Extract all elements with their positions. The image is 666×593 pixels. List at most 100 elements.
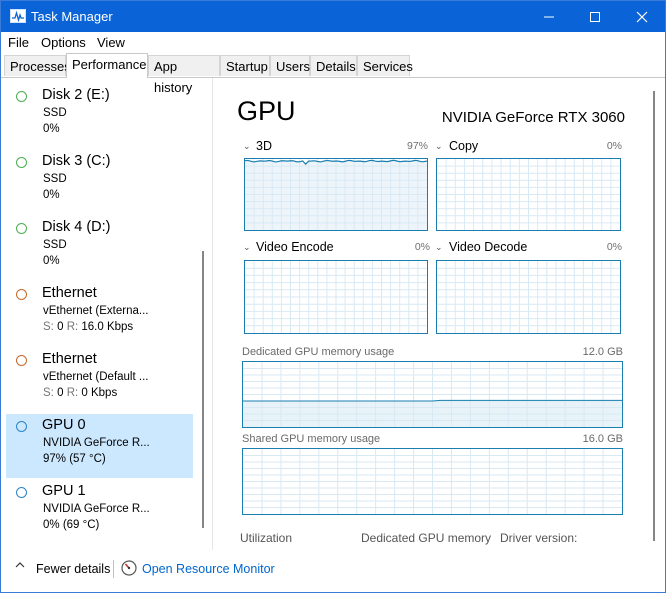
graph-video-encode xyxy=(244,260,428,334)
dedicated-memory-stat-label: Dedicated GPU memory xyxy=(361,531,492,545)
graph-copy-plot xyxy=(437,159,620,230)
menu-file[interactable]: File xyxy=(8,35,29,50)
title-bar[interactable]: Task Manager xyxy=(1,1,665,32)
throughput: S: 0 R: 16.0 Kbps xyxy=(43,321,134,333)
sidebar-item-disk-3[interactable]: Disk 3 (C:) SSD 0% xyxy=(6,150,193,214)
graph-video-decode-plot xyxy=(437,261,620,333)
disk-status-icon xyxy=(16,223,27,234)
gpu-detail-pane: GPU NVIDIA GeForce RTX 3060 ⌄ 3D 97% ⌄ C… xyxy=(213,78,665,548)
tab-users[interactable]: Users xyxy=(270,55,310,76)
footer-divider xyxy=(113,560,114,578)
shared-memory-label: Shared GPU memory usage xyxy=(242,433,381,445)
driver-version-label: Driver version: xyxy=(500,531,578,545)
sidebar-item-ethernet-2[interactable]: Ethernet vEthernet (Default ... S: 0 R: … xyxy=(6,348,193,412)
device-name: GPU 1 xyxy=(42,483,86,499)
sidebar-item-gpu-1[interactable]: GPU 1 NVIDIA GeForce R... 0% (69 °C) xyxy=(6,480,193,544)
device-usage: 0% xyxy=(43,255,60,267)
device-type: SSD xyxy=(43,239,67,251)
graph-copy xyxy=(436,158,621,231)
device-type: SSD xyxy=(43,107,67,119)
dedicated-memory-max: 12.0 GB xyxy=(582,346,623,358)
maximize-icon xyxy=(590,11,600,22)
device-type: SSD xyxy=(43,173,67,185)
close-button[interactable] xyxy=(619,1,665,32)
graph-video-decode xyxy=(436,260,621,334)
gpu-model: NVIDIA GeForce R... xyxy=(43,503,150,515)
graph-dedicated-plot xyxy=(243,362,622,427)
chevron-down-icon[interactable]: ⌄ xyxy=(435,242,443,253)
gpu-model: NVIDIA GeForce R... xyxy=(43,437,150,449)
menu-bar: File Options View xyxy=(1,32,665,53)
window-title: Task Manager xyxy=(31,9,113,24)
graph-dedicated-memory xyxy=(242,361,623,428)
gpu-status-icon xyxy=(16,421,27,432)
sidebar-item-ethernet-1[interactable]: Ethernet vEthernet (Externa... S: 0 R: 1… xyxy=(6,282,193,346)
adapter-name: vEthernet (Default ... xyxy=(43,371,149,383)
chevron-down-icon[interactable]: ⌄ xyxy=(243,242,251,253)
page-title: GPU xyxy=(237,96,296,126)
tab-app-history[interactable]: App history xyxy=(148,55,220,95)
main-scrollbar[interactable] xyxy=(653,91,655,541)
chevron-down-icon[interactable]: ⌄ xyxy=(243,141,251,152)
graph-3d-plot xyxy=(245,159,427,230)
tab-processes[interactable]: Processes xyxy=(4,55,71,76)
tab-details[interactable]: Details xyxy=(310,55,357,76)
tab-services[interactable]: Services xyxy=(357,55,413,76)
gpu-usage: 97% (57 °C) xyxy=(43,453,106,465)
device-name: Ethernet xyxy=(42,285,97,301)
graph-shared-plot xyxy=(243,449,622,514)
engine-pct-video-decode: 0% xyxy=(606,241,622,253)
sidebar-scrollbar[interactable] xyxy=(202,251,204,528)
device-name: Disk 3 (C:) xyxy=(42,153,111,169)
throughput: S: 0 R: 0 Kbps xyxy=(43,387,118,399)
open-resource-monitor-link[interactable]: Open Resource Monitor xyxy=(142,562,275,576)
close-icon xyxy=(636,11,648,22)
device-name: Disk 4 (D:) xyxy=(42,219,111,235)
sidebar-item-disk-2[interactable]: Disk 2 (E:) SSD 0% xyxy=(6,84,193,148)
sidebar-item-disk-4[interactable]: Disk 4 (D:) SSD 0% xyxy=(6,216,193,280)
adapter-name: vEthernet (Externa... xyxy=(43,305,149,317)
device-name: Disk 2 (E:) xyxy=(42,87,110,103)
maximize-button[interactable] xyxy=(572,1,618,32)
device-usage: 0% xyxy=(43,189,60,201)
resource-monitor-icon xyxy=(121,560,137,576)
gpu-model-name: NVIDIA GeForce RTX 3060 xyxy=(441,109,625,126)
device-name: GPU 0 xyxy=(42,417,86,433)
engine-pct-video-encode: 0% xyxy=(414,241,430,253)
tab-startup[interactable]: Startup xyxy=(220,55,270,76)
graph-video-encode-plot xyxy=(245,261,427,333)
graph-3d xyxy=(244,158,428,231)
engine-label-video-encode[interactable]: Video Encode xyxy=(256,240,334,254)
disk-status-icon xyxy=(16,91,27,102)
sidebar-item-gpu-0[interactable]: GPU 0 NVIDIA GeForce R... 97% (57 °C) xyxy=(6,414,193,478)
engine-label-copy[interactable]: Copy xyxy=(449,139,478,153)
engine-pct-copy: 0% xyxy=(606,140,622,152)
minimize-icon xyxy=(544,16,554,17)
graph-shared-memory xyxy=(242,448,623,515)
gpu-status-icon xyxy=(16,487,27,498)
device-sidebar[interactable]: Disk 2 (E:) SSD 0% Disk 3 (C:) SSD 0% Di… xyxy=(1,78,212,550)
engine-label-video-decode[interactable]: Video Decode xyxy=(449,240,527,254)
ethernet-status-icon xyxy=(16,289,27,300)
menu-options[interactable]: Options xyxy=(41,35,86,50)
minimize-button[interactable] xyxy=(526,1,572,32)
gpu-usage: 0% (69 °C) xyxy=(43,519,100,531)
chevron-down-icon[interactable]: ⌄ xyxy=(435,141,443,152)
tab-performance[interactable]: Performance xyxy=(66,53,148,78)
chevron-up-icon[interactable] xyxy=(15,561,25,569)
menu-view[interactable]: View xyxy=(97,35,125,50)
shared-memory-max: 16.0 GB xyxy=(582,433,623,445)
device-name: Ethernet xyxy=(42,351,97,367)
footer-bar: Fewer details Open Resource Monitor xyxy=(1,550,665,592)
engine-label-3d[interactable]: 3D xyxy=(256,139,272,153)
ethernet-status-icon xyxy=(16,355,27,366)
dedicated-memory-label: Dedicated GPU memory usage xyxy=(242,346,395,358)
engine-pct-3d: 97% xyxy=(406,140,428,152)
fewer-details-button[interactable]: Fewer details xyxy=(36,562,110,576)
task-manager-window: Task Manager File Options View Processes… xyxy=(0,0,666,593)
device-usage: 0% xyxy=(43,123,60,135)
task-manager-app-icon xyxy=(10,9,26,23)
tab-strip: Processes Performance App history Startu… xyxy=(1,53,665,95)
utilization-label: Utilization xyxy=(240,531,293,545)
disk-status-icon xyxy=(16,157,27,168)
